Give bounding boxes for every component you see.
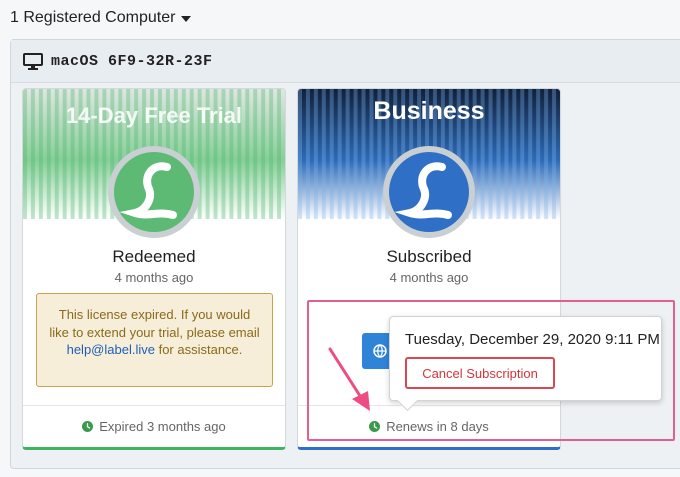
trial-banner-title: 14-Day Free Trial <box>65 103 243 128</box>
trial-date: 4 months ago <box>114 270 194 285</box>
clock-icon <box>369 420 381 432</box>
label-live-logo-icon <box>108 146 200 238</box>
trial-status: Redeemed <box>112 247 196 266</box>
expired-notice: This license expired. If you would like … <box>36 293 273 387</box>
expired-notice-text: This license expired. If you would like … <box>49 307 260 340</box>
help-email-link[interactable]: help@label.live <box>67 342 155 357</box>
monitor-icon <box>23 52 43 70</box>
renewal-date: Tuesday, December 29, 2020 9:11 PM <box>405 331 660 348</box>
business-status: Subscribed <box>386 247 472 266</box>
registered-computers-dropdown[interactable]: 1 Registered Computer <box>10 6 192 30</box>
renewal-popover: Tuesday, December 29, 2020 9:11 PM Cance… <box>389 316 662 412</box>
renewal-text: Renews in 8 days <box>386 418 489 434</box>
registered-computers-title: 1 Registered Computer <box>10 9 176 26</box>
computer-name: macOS 6F9-32R-23F <box>51 52 213 70</box>
caret-down-icon <box>181 16 192 22</box>
label-live-logo-icon <box>383 146 475 238</box>
trial-license-card: 14-Day Free Trial Redeemed 4 months ago … <box>22 88 286 450</box>
trial-footer: Expired 3 months ago <box>23 405 285 446</box>
business-banner-title: Business <box>373 97 485 125</box>
business-date: 4 months ago <box>389 270 469 285</box>
expired-notice-tail: for assistance. <box>158 342 243 357</box>
trial-footer-text: Expired 3 months ago <box>99 418 226 434</box>
annotation-arrow-icon <box>328 347 370 411</box>
computer-header: macOS 6F9-32R-23F <box>11 40 680 83</box>
clock-icon <box>82 420 94 432</box>
cancel-subscription-button[interactable]: Cancel Subscription <box>405 357 555 389</box>
